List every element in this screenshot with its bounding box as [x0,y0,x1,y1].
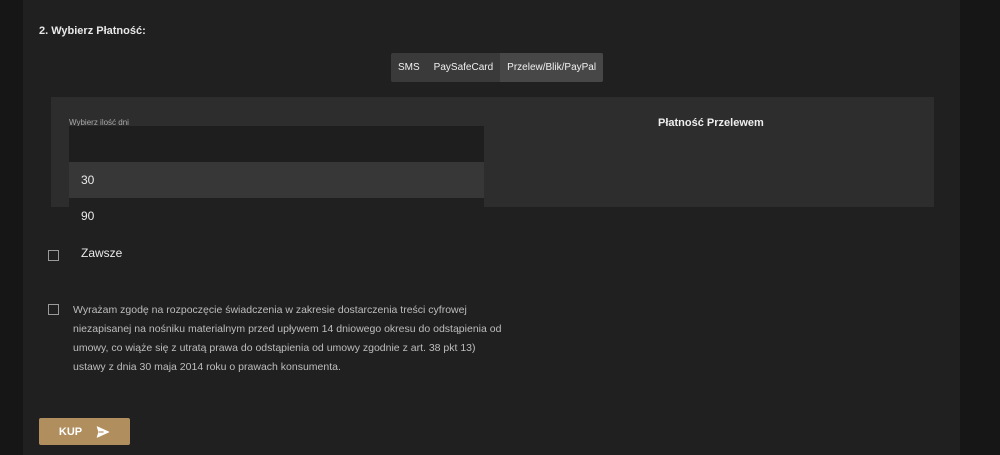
tab-sms[interactable]: SMS [391,53,427,82]
days-option-30[interactable]: 30 [69,162,484,198]
consent-text: Wyrażam zgodę na rozpoczęcie świadczenia… [73,304,502,373]
buy-button[interactable]: KUP [39,418,130,445]
send-icon [96,425,110,439]
buy-button-label: KUP [58,425,83,438]
zawsze-label: Zawsze [81,246,123,260]
consent-checkbox[interactable] [48,304,59,315]
payment-method-tabs: SMS PaySafeCard Przelew/Blik/PayPal [391,53,604,82]
days-select[interactable] [69,126,484,162]
tab-paysafecard[interactable]: PaySafeCard [427,53,500,82]
days-option-90[interactable]: 90 [69,198,484,234]
tab-przelew-blik-paypal[interactable]: Przelew/Blik/PayPal [500,53,604,82]
section-title: 2. Wybierz Płatność: [39,25,146,37]
zawsze-checkbox[interactable] [48,250,59,261]
przelew-title: Płatność Przelewem [658,117,764,129]
